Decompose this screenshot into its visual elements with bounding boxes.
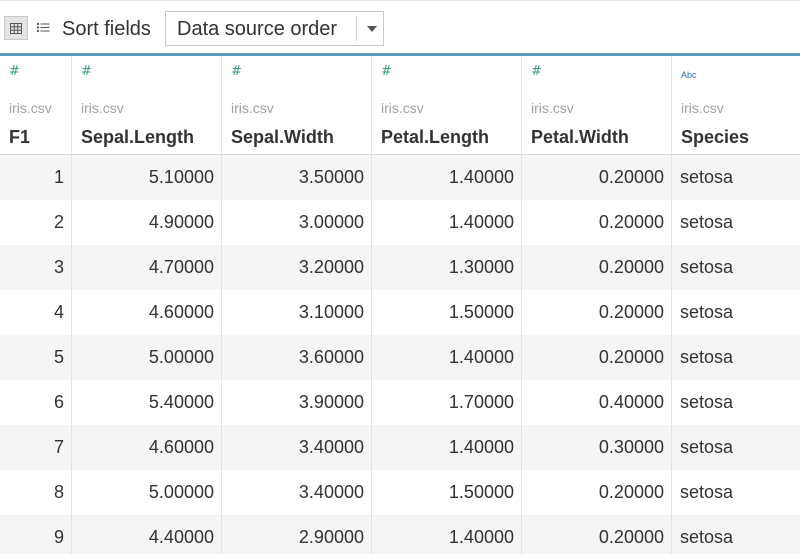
cell-sepal-width[interactable]: 3.10000 bbox=[222, 290, 372, 335]
cell-sepal-length[interactable]: 5.40000 bbox=[72, 380, 222, 425]
table-row[interactable]: 8 5.00000 3.40000 1.50000 0.20000 setosa bbox=[0, 470, 800, 515]
cell-f1[interactable]: 3 bbox=[0, 245, 72, 290]
cell-petal-width[interactable]: 0.20000 bbox=[522, 155, 672, 200]
cell-sepal-width[interactable]: 3.40000 bbox=[222, 470, 372, 515]
string-type-icon[interactable]: Abc bbox=[681, 68, 697, 82]
table-row[interactable]: 4 4.60000 3.10000 1.50000 0.20000 setosa bbox=[0, 290, 800, 335]
table-row[interactable]: 5 5.00000 3.60000 1.40000 0.20000 setosa bbox=[0, 335, 800, 380]
column-name[interactable]: Sepal.Width bbox=[231, 126, 334, 148]
column-name[interactable]: Petal.Length bbox=[381, 126, 489, 148]
cell-sepal-length[interactable]: 4.70000 bbox=[72, 245, 222, 290]
column-source: iris.csv bbox=[681, 100, 724, 116]
cell-sepal-length[interactable]: 4.60000 bbox=[72, 290, 222, 335]
table-row[interactable]: 9 4.40000 2.90000 1.40000 0.20000 setosa bbox=[0, 515, 800, 554]
column-header-petal-length[interactable]: # iris.csv Petal.Length bbox=[372, 56, 522, 154]
cell-species[interactable]: setosa bbox=[672, 470, 800, 515]
column-name[interactable]: F1 bbox=[9, 126, 30, 148]
cell-sepal-width[interactable]: 3.60000 bbox=[222, 335, 372, 380]
number-type-icon[interactable]: # bbox=[81, 65, 92, 79]
cell-petal-width[interactable]: 0.20000 bbox=[522, 515, 672, 554]
cell-f1[interactable]: 6 bbox=[0, 380, 72, 425]
cell-species[interactable]: setosa bbox=[672, 380, 800, 425]
cell-petal-width[interactable]: 0.20000 bbox=[522, 290, 672, 335]
cell-species[interactable]: setosa bbox=[672, 425, 800, 470]
cell-species[interactable]: setosa bbox=[672, 245, 800, 290]
column-header-species[interactable]: Abc iris.csv Species bbox=[672, 56, 800, 154]
cell-sepal-length[interactable]: 4.90000 bbox=[72, 200, 222, 245]
cell-species[interactable]: setosa bbox=[672, 335, 800, 380]
cell-f1[interactable]: 5 bbox=[0, 335, 72, 380]
cell-species[interactable]: setosa bbox=[672, 155, 800, 200]
cell-petal-width[interactable]: 0.30000 bbox=[522, 425, 672, 470]
cell-species[interactable]: setosa bbox=[672, 290, 800, 335]
column-header-sepal-length[interactable]: # iris.csv Sepal.Length bbox=[72, 56, 222, 154]
cell-f1[interactable]: 4 bbox=[0, 290, 72, 335]
sort-fields-value: Data source order bbox=[177, 18, 338, 40]
cell-sepal-width[interactable]: 3.90000 bbox=[222, 380, 372, 425]
column-source: iris.csv bbox=[9, 100, 52, 116]
cell-petal-width[interactable]: 0.20000 bbox=[522, 470, 672, 515]
cell-f1[interactable]: 8 bbox=[0, 470, 72, 515]
cell-sepal-length[interactable]: 5.10000 bbox=[72, 155, 222, 200]
column-header-petal-width[interactable]: # iris.csv Petal.Width bbox=[522, 56, 672, 154]
column-header-sepal-width[interactable]: # iris.csv Sepal.Width bbox=[222, 56, 372, 154]
cell-petal-length[interactable]: 1.50000 bbox=[372, 470, 522, 515]
cell-species[interactable]: setosa bbox=[672, 515, 800, 554]
column-header-f1[interactable]: # iris.csv F1 bbox=[0, 56, 72, 154]
cell-petal-length[interactable]: 1.30000 bbox=[372, 245, 522, 290]
cell-sepal-width[interactable]: 3.20000 bbox=[222, 245, 372, 290]
cell-sepal-width[interactable]: 3.00000 bbox=[222, 200, 372, 245]
cell-petal-length[interactable]: 1.40000 bbox=[372, 425, 522, 470]
table-row[interactable]: 1 5.10000 3.50000 1.40000 0.20000 setosa bbox=[0, 155, 800, 200]
cell-petal-length[interactable]: 1.40000 bbox=[372, 155, 522, 200]
cell-petal-width[interactable]: 0.40000 bbox=[522, 380, 672, 425]
sort-fields-dropdown[interactable]: Data source order bbox=[165, 11, 384, 46]
grid-view-icon bbox=[10, 23, 22, 34]
cell-petal-length[interactable]: 1.70000 bbox=[372, 380, 522, 425]
number-type-icon[interactable]: # bbox=[231, 65, 242, 79]
cell-f1[interactable]: 2 bbox=[0, 200, 72, 245]
cell-sepal-length[interactable]: 4.60000 bbox=[72, 425, 222, 470]
cell-f1[interactable]: 1 bbox=[0, 155, 72, 200]
cell-sepal-width[interactable]: 3.50000 bbox=[222, 155, 372, 200]
cell-sepal-length[interactable]: 4.40000 bbox=[72, 515, 222, 554]
table-row[interactable]: 2 4.90000 3.00000 1.40000 0.20000 setosa bbox=[0, 200, 800, 245]
list-view-button[interactable] bbox=[34, 16, 54, 40]
column-source: iris.csv bbox=[231, 100, 274, 116]
cell-f1[interactable]: 9 bbox=[0, 515, 72, 554]
cell-f1[interactable]: 7 bbox=[0, 425, 72, 470]
table-row[interactable]: 7 4.60000 3.40000 1.40000 0.30000 setosa bbox=[0, 425, 800, 470]
number-type-icon[interactable]: # bbox=[381, 65, 392, 79]
toolbar: Sort fields Data source order bbox=[0, 0, 800, 53]
number-type-icon[interactable]: # bbox=[9, 65, 20, 79]
cell-sepal-length[interactable]: 5.00000 bbox=[72, 470, 222, 515]
cell-petal-length[interactable]: 1.40000 bbox=[372, 335, 522, 380]
sort-fields-label: Sort fields bbox=[62, 18, 151, 40]
cell-petal-width[interactable]: 0.20000 bbox=[522, 245, 672, 290]
grid-view-button[interactable] bbox=[4, 16, 28, 40]
chevron-down-icon[interactable] bbox=[367, 26, 377, 32]
cell-species[interactable]: setosa bbox=[672, 200, 800, 245]
data-grid: # iris.csv F1 # iris.csv Sepal.Length # … bbox=[0, 53, 800, 554]
cell-petal-width[interactable]: 0.20000 bbox=[522, 335, 672, 380]
grid-header: # iris.csv F1 # iris.csv Sepal.Length # … bbox=[0, 56, 800, 155]
table-row[interactable]: 3 4.70000 3.20000 1.30000 0.20000 setosa bbox=[0, 245, 800, 290]
list-view-icon bbox=[37, 23, 50, 32]
cell-sepal-length[interactable]: 5.00000 bbox=[72, 335, 222, 380]
column-source: iris.csv bbox=[381, 100, 424, 116]
column-source: iris.csv bbox=[531, 100, 574, 116]
column-name[interactable]: Species bbox=[681, 126, 749, 148]
cell-petal-width[interactable]: 0.20000 bbox=[522, 200, 672, 245]
column-name[interactable]: Petal.Width bbox=[531, 126, 629, 148]
dropdown-divider bbox=[356, 16, 357, 41]
table-row[interactable]: 6 5.40000 3.90000 1.70000 0.40000 setosa bbox=[0, 380, 800, 425]
column-name[interactable]: Sepal.Length bbox=[81, 126, 194, 148]
cell-sepal-width[interactable]: 3.40000 bbox=[222, 425, 372, 470]
cell-sepal-width[interactable]: 2.90000 bbox=[222, 515, 372, 554]
number-type-icon[interactable]: # bbox=[531, 65, 542, 79]
cell-petal-length[interactable]: 1.40000 bbox=[372, 515, 522, 554]
cell-petal-length[interactable]: 1.50000 bbox=[372, 290, 522, 335]
column-source: iris.csv bbox=[81, 100, 124, 116]
cell-petal-length[interactable]: 1.40000 bbox=[372, 200, 522, 245]
